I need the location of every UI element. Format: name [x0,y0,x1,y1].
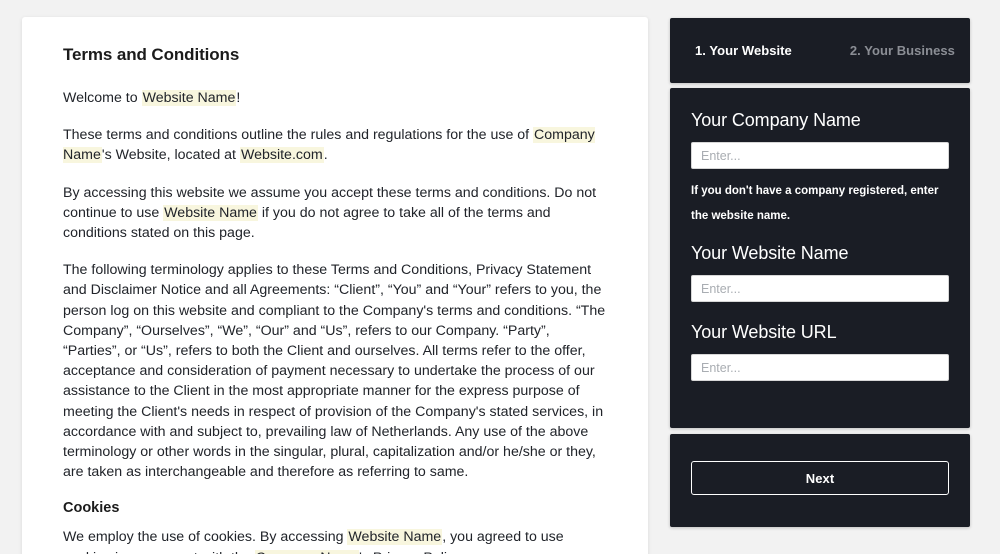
paragraph-terminology: The following terminology applies to the… [63,260,608,482]
highlighted-term: Website Name [142,90,237,106]
highlighted-term: Website Name [347,529,442,545]
section-heading-cookies: Cookies [63,499,608,517]
highlighted-term: Company Name [63,127,595,163]
label-company-name: Your Company Name [691,110,949,131]
page-title: Terms and Conditions [63,45,608,65]
terms-document-body: Terms and Conditions Welcome to Website … [42,45,618,554]
wizard-tab-bar: 1. Your Website 2. Your Business [670,18,970,83]
paragraph-outline: These terms and conditions outline the r… [63,125,608,165]
app-root: Terms and Conditions Welcome to Website … [0,0,1000,554]
label-website-name: Your Website Name [691,243,949,264]
tab-your-business[interactable]: 2. Your Business [850,43,955,58]
field-spacer [691,302,949,322]
help-company-name: If you don't have a company registered, … [691,179,943,229]
company-name-input[interactable] [691,142,949,169]
highlighted-term: Company Name [255,550,360,554]
website-name-input[interactable] [691,275,949,302]
paragraph-cookies: We employ the use of cookies. By accessi… [63,527,608,554]
next-button[interactable]: Next [691,461,949,495]
terms-document-card: Terms and Conditions Welcome to Website … [22,17,648,554]
highlighted-term: Website.com [240,147,324,163]
paragraph-accessing: By accessing this website we assume you … [63,183,608,244]
highlighted-term: Website Name [163,205,258,221]
wizard-form-panel: Your Company Name If you don't have a co… [670,88,970,428]
tab-your-website[interactable]: 1. Your Website [695,43,792,58]
label-website-url: Your Website URL [691,322,949,343]
wizard-actions-panel: Next [670,434,970,527]
paragraph-welcome: Welcome to Website Name! [63,88,608,108]
website-url-input[interactable] [691,354,949,381]
